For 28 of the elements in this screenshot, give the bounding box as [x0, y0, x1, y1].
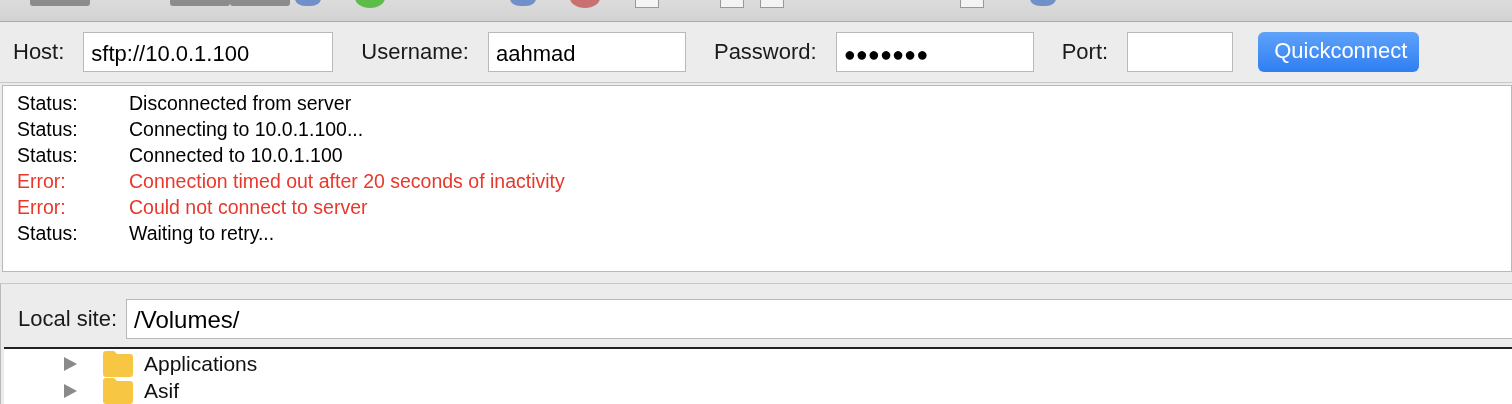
log-type: Error: — [17, 195, 67, 220]
folder-icon — [103, 377, 133, 404]
log-message: Connected to 10.0.1.100 — [129, 143, 343, 168]
username-field[interactable]: aahmad — [487, 32, 686, 72]
log-type: Status: — [17, 91, 79, 116]
folder-name[interactable]: Applications — [144, 351, 258, 376]
log-message: Connecting to 10.0.1.100... — [129, 117, 364, 142]
host-label: Host: — [13, 39, 65, 65]
log-type: Status: — [17, 143, 79, 168]
log-type: Error: — [17, 169, 67, 194]
log-message: Disconnected from server — [129, 91, 352, 116]
log-message: Waiting to retry... — [129, 221, 275, 246]
port-field[interactable] — [1127, 32, 1234, 72]
expand-arrow-icon[interactable] — [63, 382, 77, 399]
log-message: Connection timed out after 20 seconds of inactivity — [129, 169, 565, 194]
log-type: Status: — [17, 117, 79, 142]
host-field[interactable]: sftp://10.0.1.100 — [83, 32, 334, 72]
local-site-label: Local site: — [18, 306, 118, 332]
username-label: Username: — [361, 39, 469, 65]
port-label: Port: — [1061, 39, 1109, 65]
folder-icon — [103, 350, 133, 377]
expand-arrow-icon[interactable] — [63, 355, 77, 372]
folder-name[interactable]: Asif — [144, 378, 179, 403]
local-site-field[interactable]: /Volumes/ — [126, 299, 1512, 339]
log-message: Could not connect to server — [129, 195, 368, 220]
log-type: Status: — [17, 221, 79, 246]
password-field[interactable]: ●●●●●●● — [835, 32, 1034, 72]
password-label: Password: — [713, 39, 817, 65]
